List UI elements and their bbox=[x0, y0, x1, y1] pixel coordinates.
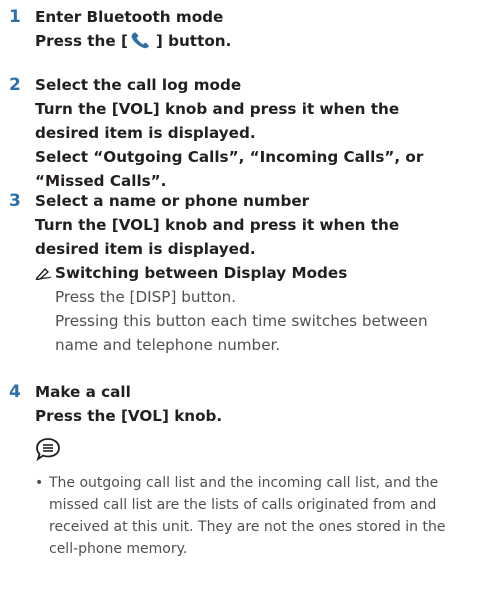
instruction-text-start: Press the [ bbox=[35, 32, 128, 50]
step-instruction: Press the [ ] button. bbox=[35, 29, 231, 53]
step-title: Select the call log mode bbox=[35, 76, 242, 94]
step-title: Make a call bbox=[35, 383, 131, 401]
note-text: cell-phone memory. bbox=[49, 541, 188, 557]
step-instruction: Press the [VOL] knob. bbox=[35, 407, 223, 425]
step-title: Select a name or phone number bbox=[35, 192, 310, 210]
step-number: 4 bbox=[9, 382, 21, 402]
step-instruction: desired item is displayed. bbox=[35, 240, 256, 258]
note-text: The outgoing call list and the incoming … bbox=[49, 475, 439, 491]
step-instruction: desired item is displayed. bbox=[35, 124, 256, 142]
sub-instruction: Pressing this button each time switches … bbox=[55, 312, 428, 330]
sub-instruction: name and telephone number. bbox=[55, 336, 281, 354]
step-number: 1 bbox=[9, 7, 21, 27]
note-text: received at this unit. They are not the … bbox=[49, 519, 446, 535]
step-number: 2 bbox=[9, 75, 21, 95]
phone-icon bbox=[129, 31, 155, 49]
note-text: missed call list are the lists of calls … bbox=[49, 497, 437, 513]
step-number: 3 bbox=[9, 191, 21, 211]
step-instruction: Turn the [VOL] knob and press it when th… bbox=[35, 100, 400, 118]
instruction-text-end: ] button. bbox=[155, 32, 232, 50]
step-instruction: Turn the [VOL] knob and press it when th… bbox=[35, 216, 400, 234]
sub-heading: Switching between Display Modes bbox=[35, 261, 347, 287]
step-title: Enter Bluetooth mode bbox=[35, 8, 224, 26]
note-bullet: • bbox=[35, 475, 44, 491]
sub-instruction: Press the [DISP] button. bbox=[55, 288, 237, 306]
sub-heading-text: Switching between Display Modes bbox=[55, 264, 348, 282]
note-speech-icon bbox=[35, 437, 61, 462]
step-instruction: Select “Outgoing Calls”, “Incoming Calls… bbox=[35, 148, 424, 166]
pencil-note-icon bbox=[35, 263, 55, 287]
